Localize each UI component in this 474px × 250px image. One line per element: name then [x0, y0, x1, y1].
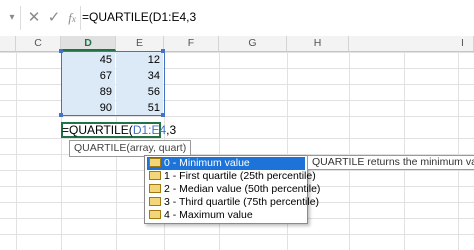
cell-editor-text[interactable]: =QUARTILE(D1:E4,3: [62, 123, 176, 137]
argument-icon: [149, 170, 161, 180]
cell-d3[interactable]: 89: [62, 84, 112, 100]
argument-icon: [149, 157, 161, 167]
grid-line: [0, 116, 474, 117]
column-header-h[interactable]: H: [287, 36, 349, 51]
fx-icon[interactable]: fx: [62, 8, 82, 28]
check-icon[interactable]: ✓: [44, 8, 64, 28]
column-header-d[interactable]: D: [61, 36, 116, 51]
range-handle[interactable]: [161, 49, 165, 53]
dropdown-item[interactable]: 3 - Third quartile (75th percentile): [147, 196, 319, 209]
formula-bar-separator: [20, 6, 21, 30]
dropdown-item-label: 2 - Median value (50th percentile): [164, 183, 321, 195]
x-icon[interactable]: ✕: [24, 8, 44, 28]
dropdown-item-label: 4 - Maximum value: [164, 209, 253, 221]
grid-line: [349, 52, 350, 250]
column-header-e[interactable]: E: [116, 36, 164, 51]
range-handle[interactable]: [161, 113, 165, 117]
argument-description-tooltip: QUARTILE returns the minimum value: [307, 155, 474, 170]
grid-line: [458, 52, 459, 250]
dropdown-item-label: 1 - First quartile (25th percentile): [164, 170, 316, 182]
formula-input[interactable]: =QUARTILE(D1:E4,3: [82, 10, 196, 24]
dropdown-item-label: 0 - Minimum value: [164, 157, 250, 169]
formula-range-ref: D1:E4: [132, 123, 167, 137]
cell-e1[interactable]: 12: [116, 52, 160, 68]
argument-dropdown: 0 - Minimum value 1 - First quartile (25…: [144, 155, 320, 224]
select-all-corner[interactable]: [0, 36, 16, 51]
cell-d1[interactable]: 45: [62, 52, 112, 68]
column-header-i[interactable]: I: [349, 36, 474, 51]
formula-suffix: ,3: [166, 123, 177, 137]
chevron-down-icon[interactable]: ▾: [2, 8, 22, 28]
formula-bar-separator: [80, 6, 81, 30]
argument-icon: [149, 183, 161, 193]
column-header-f[interactable]: F: [164, 36, 219, 51]
column-header-g[interactable]: G: [219, 36, 287, 51]
grid-line: [0, 234, 474, 235]
grid-line: [404, 52, 405, 250]
column-header-row: C D E F G H I: [0, 36, 474, 52]
cell-e4[interactable]: 51: [116, 100, 160, 116]
dropdown-item[interactable]: 4 - Maximum value: [147, 209, 305, 222]
dropdown-item[interactable]: 1 - First quartile (25th percentile): [147, 170, 316, 183]
dropdown-item[interactable]: 0 - Minimum value: [147, 157, 305, 170]
formula-prefix: =QUARTILE(: [62, 123, 133, 137]
grid-line: [0, 138, 474, 139]
cell-d2[interactable]: 67: [62, 68, 112, 84]
grid-line: [16, 52, 17, 250]
cell-e3[interactable]: 56: [116, 84, 160, 100]
cell-d4[interactable]: 90: [62, 100, 112, 116]
argument-icon: [149, 209, 161, 219]
dropdown-item-label: 3 - Third quartile (75th percentile): [164, 196, 320, 208]
dropdown-item[interactable]: 2 - Median value (50th percentile): [147, 183, 320, 196]
formula-bar: ▾ ✕ ✓ fx =QUARTILE(D1:E4,3: [0, 0, 474, 37]
column-header-c[interactable]: C: [16, 36, 61, 51]
cell-e2[interactable]: 34: [116, 68, 160, 84]
argument-icon: [149, 196, 161, 206]
